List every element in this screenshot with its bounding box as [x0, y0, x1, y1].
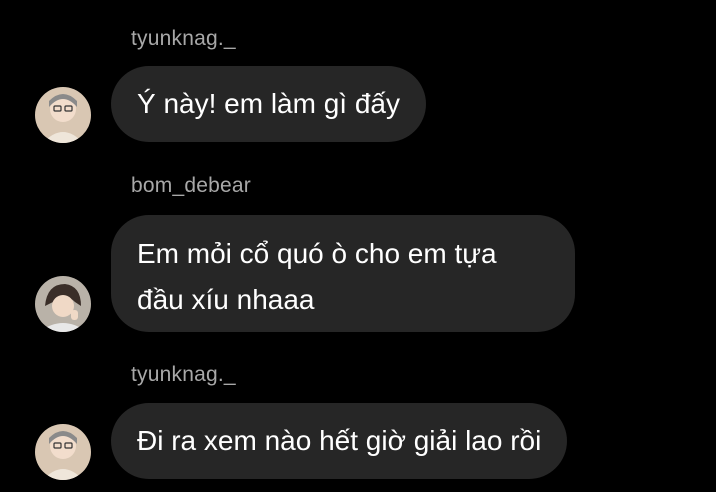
message-text-line: đầu xíu nhaaa — [137, 284, 315, 315]
user-avatar-icon[interactable] — [35, 276, 91, 332]
message-bubble[interactable]: Ý này! em làm gì đấy — [111, 66, 427, 142]
user-avatar-icon[interactable] — [35, 424, 91, 480]
message-text: Ý này! em làm gì đấy — [137, 88, 401, 119]
sender-name: tyunknag._ — [131, 363, 236, 386]
chat-thread: tyunknag._ Ý này! em làm gì đấy bom_debe… — [0, 0, 716, 492]
sender-name: bom_debear — [131, 174, 251, 197]
message-bubble[interactable]: Đi ra xem nào hết giờ giải lao rồi — [111, 403, 568, 479]
message-bubble[interactable]: Em mỏi cổ quó ò cho em tựa đầu xíu nhaaa — [111, 215, 575, 332]
message-text: Đi ra xem nào hết giờ giải lao rồi — [137, 425, 542, 456]
user-avatar-icon[interactable] — [35, 87, 91, 143]
sender-name: tyunknag._ — [131, 27, 236, 50]
message-text-line: Em mỏi cổ quó ò cho em tựa — [137, 238, 497, 269]
